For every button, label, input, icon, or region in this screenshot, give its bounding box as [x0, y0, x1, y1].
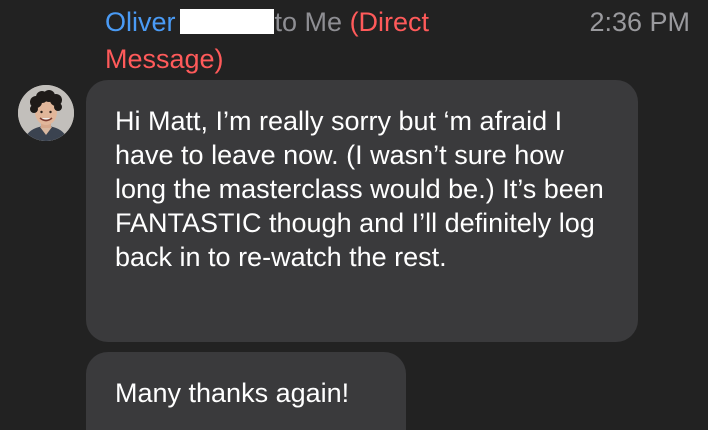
- message-header: Oliver to Me (Direct Message): [105, 4, 555, 78]
- user-avatar-icon: [18, 85, 74, 141]
- message-timestamp: 2:36 PM: [589, 7, 690, 37]
- message-text: Hi Matt, I’m really sorry but ‘m afraid …: [115, 106, 604, 272]
- sender-name[interactable]: Oliver: [105, 7, 176, 37]
- avatar[interactable]: [18, 85, 74, 141]
- message-bubble[interactable]: Many thanks again!: [86, 352, 406, 430]
- message-bubble[interactable]: Hi Matt, I’m really sorry but ‘m afraid …: [86, 80, 638, 342]
- direct-message-label-cont: Message): [105, 44, 224, 74]
- recipient-label: to Me: [274, 7, 343, 37]
- redacted-surname: [179, 9, 274, 34]
- message-text: Many thanks again!: [115, 378, 350, 408]
- direct-message-label: (Direct: [349, 7, 430, 37]
